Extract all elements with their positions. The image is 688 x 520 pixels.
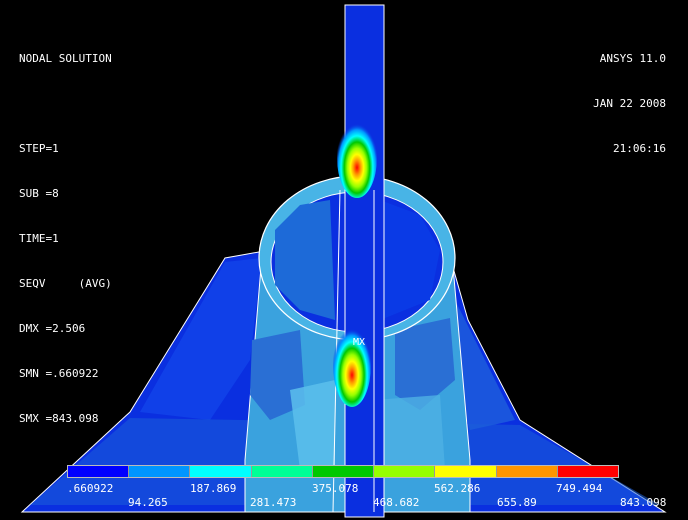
stress-hotspot-lower	[333, 323, 371, 407]
legend-label: 281.473	[250, 496, 297, 509]
legend-label: 187.869	[190, 482, 237, 495]
legend-label: 468.682	[373, 496, 420, 509]
stress-hotspot-upper	[337, 118, 377, 198]
contour-legend-bar	[67, 465, 619, 478]
legend-swatch	[374, 466, 436, 477]
graphics-window[interactable]: NODAL SOLUTION STEP=1 SUB =8 TIME=1 SEQV…	[0, 0, 688, 520]
legend-swatch	[557, 466, 618, 477]
info-smx: SMX =843.098	[19, 412, 99, 425]
legend-label: 749.494	[556, 482, 603, 495]
legend-label: 843.098	[620, 496, 667, 509]
solution-info: NODAL SOLUTION STEP=1 SUB =8 TIME=1 SEQV…	[19, 21, 112, 456]
max-marker-label: MX	[353, 337, 366, 348]
info-time: TIME=1	[19, 232, 59, 245]
legend-swatch	[435, 466, 497, 477]
vertical-pipe	[344, 4, 385, 518]
legend-label: 375.078	[312, 482, 359, 495]
legend-swatch	[129, 466, 191, 477]
legend-label: 562.286	[434, 482, 481, 495]
info-title: NODAL SOLUTION	[19, 52, 112, 65]
info-dmx: DMX =2.506	[19, 322, 86, 335]
version-stamp: ANSYS 11.0 JAN 22 2008 21:06:16	[593, 21, 666, 186]
legend-label: 94.265	[128, 496, 168, 509]
legend-swatch	[496, 466, 558, 477]
info-step: STEP=1	[19, 142, 59, 155]
legend-swatch	[68, 466, 130, 477]
legend-swatch	[312, 466, 375, 477]
product-version: ANSYS 11.0	[599, 52, 666, 65]
legend-label: .660922	[67, 482, 114, 495]
vessel-light-patch-2	[375, 395, 445, 470]
info-smn: SMN =.660922	[19, 367, 99, 380]
plot-date: JAN 22 2008	[593, 97, 666, 110]
info-result-type: SEQV (AVG)	[19, 277, 112, 290]
plot-time: 21:06:16	[613, 142, 666, 155]
info-substep: SUB =8	[19, 187, 59, 200]
legend-label: 655.89	[497, 496, 537, 509]
legend-swatch	[251, 466, 313, 477]
legend-swatch	[190, 466, 252, 477]
